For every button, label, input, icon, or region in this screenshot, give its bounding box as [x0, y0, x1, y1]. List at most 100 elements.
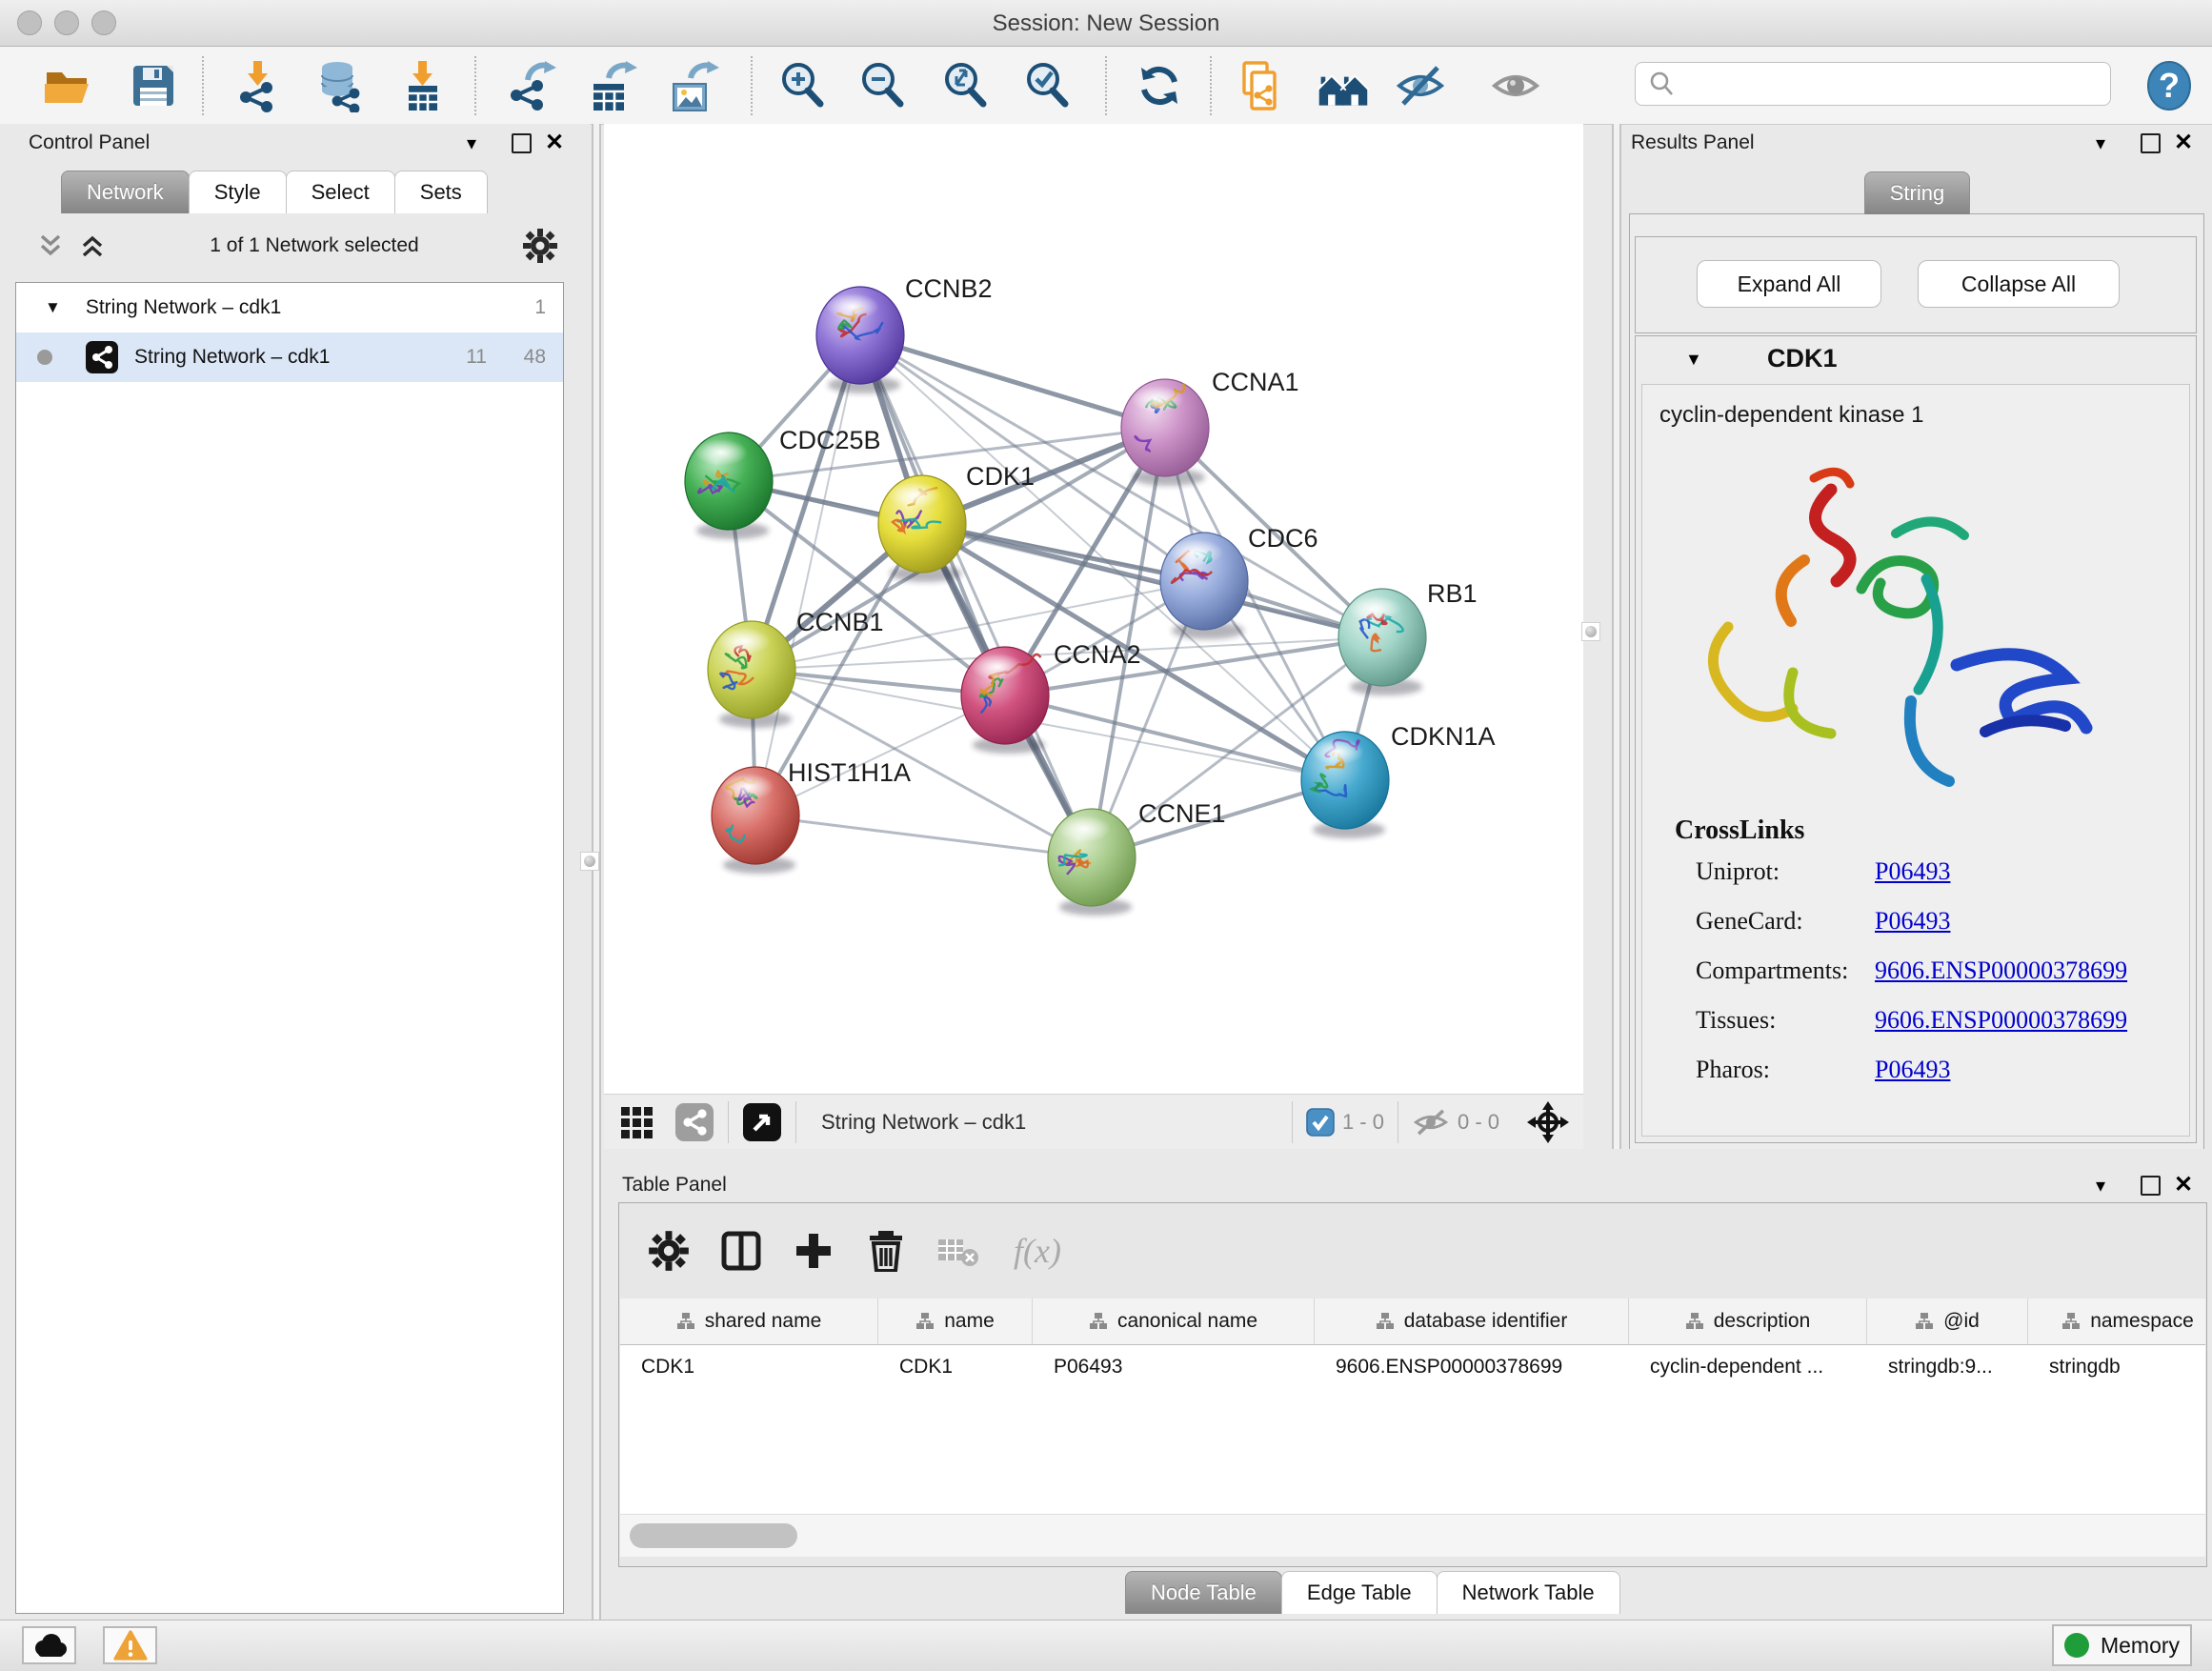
memory-button[interactable]: Memory	[2052, 1624, 2192, 1666]
expand-all-button[interactable]: Expand All	[1697, 260, 1881, 308]
pan-crosshair-icon[interactable]	[1526, 1100, 1570, 1144]
export-network-button[interactable]	[502, 58, 557, 113]
trash-icon	[867, 1230, 905, 1272]
save-session-button[interactable]	[126, 58, 181, 113]
crosslink-link[interactable]: P06493	[1875, 907, 1950, 936]
delete-column-button[interactable]	[863, 1228, 909, 1274]
open-session-button[interactable]	[40, 58, 95, 113]
tab-network-table[interactable]: Network Table	[1437, 1571, 1620, 1614]
search-input[interactable]	[1681, 72, 2110, 96]
node-CDC25B[interactable]	[685, 433, 773, 539]
node-CCNA1[interactable]	[1121, 379, 1209, 486]
node-CCNB2[interactable]	[816, 287, 904, 393]
delete-table-button[interactable]	[935, 1228, 981, 1274]
close-panel-icon[interactable]: ✕	[2174, 1171, 2193, 1198]
network-canvas[interactable]: CCNB2CCNA1CDC25BCDK1CDC6RB1CCNB1CCNA2CDK…	[604, 124, 1583, 1094]
import-network-button[interactable]	[230, 58, 285, 113]
edge-HIST1H1A-CCNE1[interactable]	[755, 815, 1092, 857]
collapse-all-icon[interactable]	[36, 232, 65, 260]
import-network-from-database-button[interactable]	[312, 58, 367, 113]
network-collection-label: String Network – cdk1	[86, 296, 281, 319]
crosslink-row: Tissues:9606.ENSP00000378699	[1696, 1006, 2127, 1035]
column-header-namespace[interactable]: namespace	[2028, 1299, 2205, 1344]
column-header-description[interactable]: description	[1629, 1299, 1867, 1344]
network-graph[interactable]: CCNB2CCNA1CDC25BCDK1CDC6RB1CCNB1CCNA2CDK…	[604, 124, 1583, 1094]
tab-edge-table[interactable]: Edge Table	[1281, 1571, 1438, 1614]
splitter-handle[interactable]	[580, 852, 599, 871]
tab-string[interactable]: String	[1864, 171, 1970, 214]
string-style-icon[interactable]	[674, 1102, 714, 1142]
column-header-name[interactable]: name	[878, 1299, 1033, 1344]
zoom-out-button[interactable]	[855, 58, 911, 113]
float-menu-icon[interactable]: ▾	[467, 131, 476, 155]
network-list-header: 1 of 1 Network selected	[10, 219, 579, 272]
eye-slash-icon	[1394, 59, 1447, 112]
tab-style[interactable]: Style	[189, 171, 287, 213]
zoom-selected-button[interactable]	[1020, 58, 1076, 113]
node-CDKN1A[interactable]	[1301, 732, 1389, 838]
entry-collapse-icon[interactable]: ▼	[1685, 350, 1702, 370]
float-menu-icon[interactable]: ▾	[2096, 131, 2105, 155]
float-menu-icon[interactable]: ▾	[2096, 1174, 2105, 1198]
node-CCNA2[interactable]	[961, 647, 1049, 754]
warnings-button[interactable]	[103, 1626, 157, 1664]
table-options-button[interactable]	[646, 1228, 692, 1274]
vertical-splitter-right[interactable]	[1612, 124, 1621, 1172]
float-panel-icon[interactable]	[2141, 1176, 2161, 1196]
column-header-database-identifier[interactable]: database identifier	[1315, 1299, 1629, 1344]
collapse-all-button[interactable]: Collapse All	[1918, 260, 2120, 308]
close-panel-icon[interactable]: ✕	[545, 129, 564, 156]
table-cell: 9606.ENSP00000378699	[1315, 1356, 1629, 1379]
network-row-selected[interactable]: String Network – cdk1 11 48	[16, 332, 563, 382]
node-CCNB1[interactable]	[708, 621, 795, 728]
node-RB1[interactable]	[1338, 589, 1426, 695]
tab-node-table[interactable]: Node Table	[1125, 1571, 1282, 1614]
splitter-handle-right[interactable]	[1581, 622, 1600, 641]
tree-expand-icon[interactable]: ▼	[45, 298, 61, 317]
apply-layout-button[interactable]	[1132, 58, 1187, 113]
vertical-splitter[interactable]	[592, 124, 601, 1620]
crosslink-link[interactable]: 9606.ENSP00000378699	[1875, 1006, 2127, 1035]
show-all-button[interactable]	[1488, 58, 1543, 113]
birds-eye-grid-icon[interactable]	[619, 1101, 661, 1143]
create-column-button[interactable]	[791, 1228, 836, 1274]
network-collection-row[interactable]: ▼ String Network – cdk1 1	[16, 283, 563, 332]
edge-CCNB2-CCNA1[interactable]	[860, 335, 1165, 428]
float-panel-icon[interactable]	[2141, 133, 2161, 153]
crosslink-link[interactable]: 9606.ENSP00000378699	[1875, 956, 2127, 985]
cloud-status-button[interactable]	[22, 1626, 76, 1664]
network-overview-button[interactable]	[1316, 58, 1371, 113]
table-row[interactable]: CDK1CDK1P064939606.ENSP00000378699cyclin…	[620, 1345, 2205, 1389]
hide-selected-button[interactable]	[1393, 58, 1448, 113]
crosslink-link[interactable]: P06493	[1875, 857, 1950, 886]
tab-network[interactable]: Network	[61, 171, 190, 213]
edge-CCNB2-HIST1H1A[interactable]	[755, 335, 860, 815]
column-header-canonical-name[interactable]: canonical name	[1033, 1299, 1315, 1344]
show-columns-button[interactable]	[718, 1228, 764, 1274]
crosslink-link[interactable]: P06493	[1875, 1056, 1950, 1084]
close-panel-icon[interactable]: ✕	[2174, 129, 2193, 156]
tab-sets[interactable]: Sets	[394, 171, 488, 213]
export-table-button[interactable]	[583, 58, 638, 113]
column-type-icon	[1685, 1312, 1704, 1331]
scrollbar-thumb[interactable]	[630, 1523, 797, 1548]
export-image-button[interactable]	[665, 58, 720, 113]
open-in-new-window-icon[interactable]	[742, 1102, 782, 1142]
node-CCNE1[interactable]	[1048, 809, 1136, 916]
import-table-button[interactable]	[394, 58, 450, 113]
column-header--id[interactable]: @id	[1867, 1299, 2028, 1344]
float-panel-icon[interactable]	[512, 133, 532, 153]
search-box[interactable]	[1635, 62, 2111, 106]
help-button[interactable]: ?	[2142, 58, 2197, 113]
gear-icon[interactable]	[522, 228, 558, 264]
clone-network-button[interactable]	[1232, 58, 1287, 113]
expand-all-icon[interactable]	[78, 232, 107, 260]
function-builder-button[interactable]: f(x)	[1008, 1228, 1067, 1274]
zoom-fit-button[interactable]	[938, 58, 994, 113]
tab-select[interactable]: Select	[286, 171, 395, 213]
selected-checkbox-icon[interactable]	[1306, 1108, 1335, 1137]
column-header-shared-name[interactable]: shared name	[620, 1299, 878, 1344]
zoom-in-button[interactable]	[775, 58, 831, 113]
node-HIST1H1A[interactable]	[712, 767, 799, 874]
table-horizontal-scrollbar[interactable]	[620, 1514, 2205, 1557]
